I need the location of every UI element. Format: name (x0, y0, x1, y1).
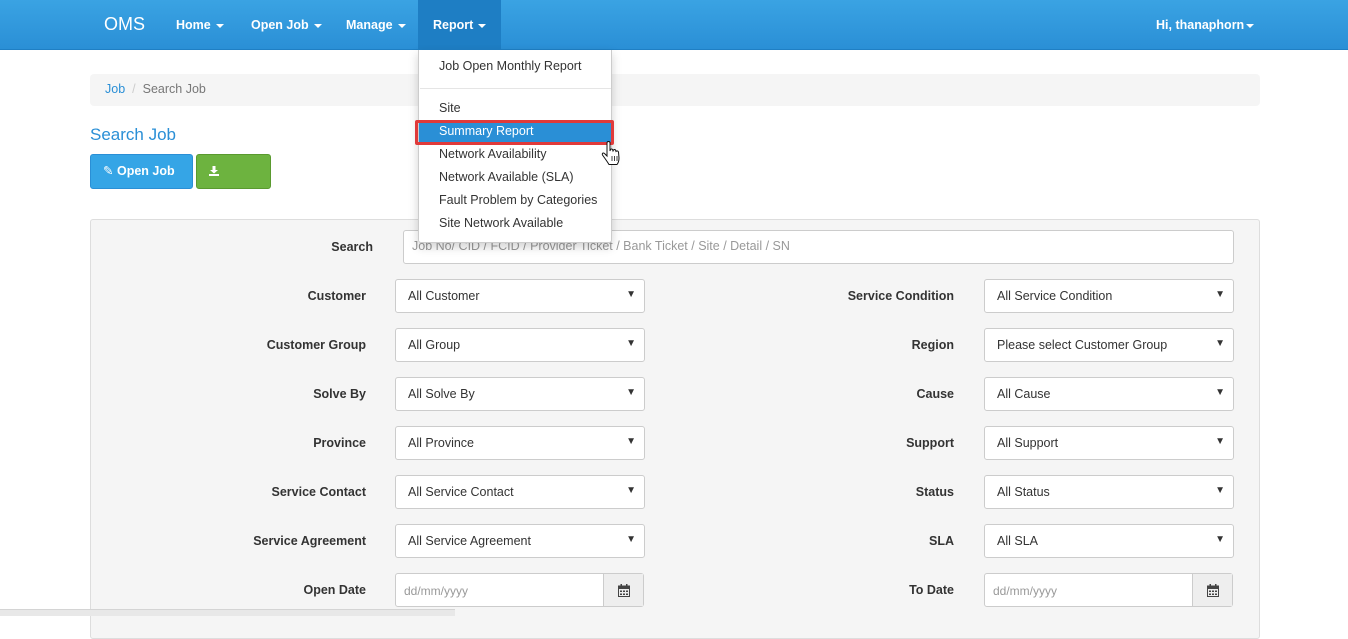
service-contact-select[interactable]: All Service Contact ▼ (395, 475, 645, 509)
customer-group-label: Customer Group (266, 338, 366, 352)
region-select-value: Please select Customer Group (997, 338, 1168, 352)
breadcrumb-current: Search Job (142, 82, 206, 96)
nav-manage[interactable]: Manage (331, 0, 421, 50)
nav-report[interactable]: Report (418, 0, 502, 50)
caret-down-icon: ▼ (1215, 338, 1225, 349)
menu-item-job-open-monthly-report[interactable]: Job Open Monthly Report (419, 56, 611, 77)
nav-open-job-label: Open Job (251, 18, 309, 32)
caret-down-icon: ▼ (626, 289, 636, 300)
province-label: Province (313, 436, 366, 450)
caret-down-icon (313, 23, 322, 28)
cause-label: Cause (916, 387, 954, 401)
region-label: Region (911, 338, 954, 352)
open-job-button-label: Open Job (116, 164, 175, 178)
caret-down-icon: ▼ (1215, 534, 1225, 545)
caret-down-icon (478, 23, 487, 28)
province-select[interactable]: All Province ▼ (395, 426, 645, 460)
nav-home-label: Home (176, 18, 211, 32)
export-button-label: Export (209, 197, 249, 211)
sla-select[interactable]: All SLA ▼ (984, 524, 1234, 558)
menu-item-fault-problem-by-categories[interactable]: Fault Problem by Categories (419, 190, 611, 211)
to-date-field[interactable]: dd/mm/yyyy (984, 573, 1233, 607)
solve-by-select-value: All Solve By (408, 387, 475, 401)
to-date-placeholder: dd/mm/yyyy (993, 584, 1058, 598)
menu-item-site[interactable]: Site (419, 98, 611, 119)
breadcrumb-link-job[interactable]: Job (105, 82, 125, 96)
caret-down-icon: ▼ (1215, 289, 1225, 300)
support-label: Support (906, 436, 954, 450)
customer-select[interactable]: All Customer ▼ (395, 279, 645, 313)
caret-down-icon: ▼ (626, 387, 636, 398)
nav-open-job[interactable]: Open Job (236, 0, 337, 50)
open-date-label: Open Date (303, 583, 366, 597)
navbar: OMS Home Open Job Manage Report Hi, than… (0, 0, 1348, 50)
status-select-value: All Status (997, 485, 1050, 499)
cause-select[interactable]: All Cause ▼ (984, 377, 1234, 411)
page-title: Search Job (90, 125, 176, 144)
calendar-icon[interactable] (1192, 574, 1232, 606)
breadcrumb: Job / Search Job (90, 74, 1260, 106)
calendar-icon[interactable] (603, 574, 643, 606)
caret-down-icon: ▼ (1215, 436, 1225, 447)
service-condition-label: Service Condition (847, 289, 954, 303)
service-condition-select-value: All Service Condition (997, 289, 1113, 303)
nav-manage-label: Manage (346, 18, 393, 32)
sla-select-value: All SLA (997, 534, 1038, 548)
to-date-label: To Date (909, 583, 954, 597)
user-menu-label: Hi, thanaphorn (1156, 18, 1245, 32)
pencil-icon: ✎ (103, 164, 114, 178)
nav-report-label: Report (433, 18, 474, 32)
open-job-button[interactable]: ✎ Open Job (90, 154, 193, 207)
status-select[interactable]: All Status ▼ (984, 475, 1234, 509)
menu-item-site-network-available[interactable]: Site Network Available (419, 213, 611, 234)
export-button[interactable]: Export (196, 154, 271, 211)
status-label: Status (915, 485, 954, 499)
caret-down-icon: ▼ (1215, 485, 1225, 496)
caret-down-icon (108, 202, 116, 207)
caret-down-icon (215, 23, 224, 28)
caret-down-icon: ▼ (626, 485, 636, 496)
brand-logo[interactable]: OMS (104, 14, 145, 35)
caret-down-icon: ▼ (626, 436, 636, 447)
service-contact-label: Service Contact (271, 485, 366, 499)
open-date-placeholder: dd/mm/yyyy (404, 584, 469, 598)
support-select-value: All Support (997, 436, 1059, 450)
sla-label: SLA (929, 534, 954, 548)
report-dropdown-menu: Job Open Monthly Report Site Summary Rep… (418, 50, 612, 243)
download-icon (209, 164, 219, 178)
solve-by-label: Solve By (313, 387, 366, 401)
caret-down-icon (1246, 23, 1255, 28)
horizontal-scrollbar[interactable] (0, 609, 455, 616)
province-select-value: All Province (408, 436, 474, 450)
service-agreement-select-value: All Service Agreement (408, 534, 531, 548)
menu-divider (420, 88, 611, 89)
menu-item-network-available-sla[interactable]: Network Available (SLA) (419, 167, 611, 188)
support-select[interactable]: All Support ▼ (984, 426, 1234, 460)
cause-select-value: All Cause (997, 387, 1051, 401)
caret-down-icon: ▼ (626, 534, 636, 545)
customer-select-value: All Customer (408, 289, 480, 303)
service-contact-select-value: All Service Contact (408, 485, 514, 499)
customer-group-select-value: All Group (408, 338, 461, 352)
breadcrumb-separator: / (132, 82, 136, 96)
caret-down-icon (397, 23, 406, 28)
highlight-annotation-box (415, 120, 614, 145)
service-condition-select[interactable]: All Service Condition ▼ (984, 279, 1234, 313)
search-label: Search (331, 240, 373, 254)
menu-item-network-availability[interactable]: Network Availability (419, 144, 611, 165)
nav-home[interactable]: Home (161, 0, 239, 50)
region-select[interactable]: Please select Customer Group ▼ (984, 328, 1234, 362)
customer-group-select[interactable]: All Group ▼ (395, 328, 645, 362)
caret-down-icon: ▼ (626, 338, 636, 349)
customer-label: Customer (307, 289, 366, 303)
caret-down-icon: ▼ (1215, 387, 1225, 398)
user-menu[interactable]: Hi, thanaphorn (1141, 0, 1269, 50)
open-date-field[interactable]: dd/mm/yyyy (395, 573, 644, 607)
hand-cursor-icon (601, 140, 621, 170)
solve-by-select[interactable]: All Solve By ▼ (395, 377, 645, 411)
service-agreement-label: Service Agreement (253, 534, 366, 548)
service-agreement-select[interactable]: All Service Agreement ▼ (395, 524, 645, 558)
